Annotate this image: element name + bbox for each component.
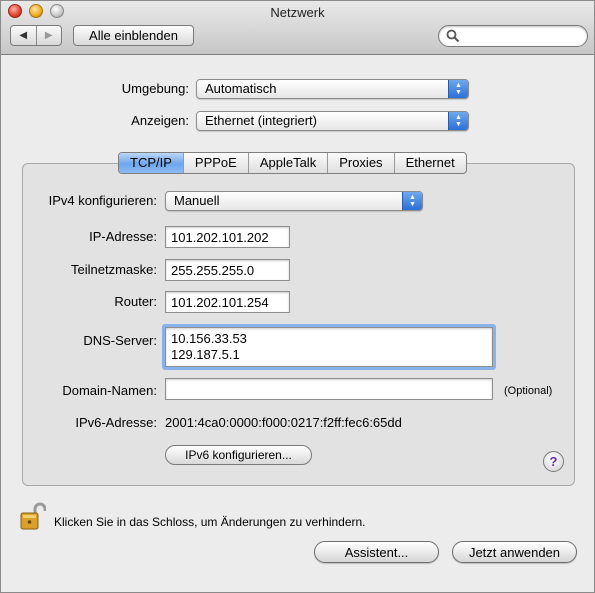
popup-arrows-icon: ▲ ▼ [448, 112, 468, 130]
tab-pppoe[interactable]: PPPoE [182, 153, 248, 173]
back-forward-control: ◀ ▶ [10, 25, 62, 46]
search-field[interactable] [438, 25, 588, 47]
ipv6-address-value: 2001:4ca0:0000:f000:0217:f2ff:fec6:65dd [165, 415, 402, 430]
popup-arrows-icon: ▲ ▼ [448, 80, 468, 98]
back-arrow-icon[interactable]: ◀ [11, 26, 36, 45]
apply-now-button[interactable]: Jetzt anwenden [452, 541, 577, 563]
subnet-mask-field[interactable]: 255.255.255.0 [165, 259, 290, 281]
router-label: Router: [114, 294, 157, 309]
dns-server-entry: 129.187.5.1 [171, 347, 240, 362]
window-title: Netzwerk [270, 5, 325, 20]
show-popup[interactable]: Ethernet (integriert) ▲ ▼ [196, 111, 469, 131]
magnifier-icon [446, 29, 460, 43]
subnet-mask-label: Teilnetzmaske: [71, 262, 157, 277]
optional-note: (Optional) [504, 385, 553, 397]
help-button[interactable]: ? [543, 451, 564, 472]
dns-server-field[interactable]: 10.156.33.53 129.187.5.1 [165, 327, 493, 367]
tab-appletalk[interactable]: AppleTalk [247, 153, 327, 173]
tab-bar: TCP/IP PPPoE AppleTalk Proxies Ethernet [118, 152, 467, 174]
ip-address-label: IP-Adresse: [89, 229, 157, 244]
router-field[interactable]: 101.202.101.254 [165, 291, 290, 313]
ipv4-config-popup[interactable]: Manuell ▲ ▼ [165, 191, 423, 211]
forward-arrow-icon[interactable]: ▶ [35, 26, 62, 45]
assistant-button[interactable]: Assistent... [314, 541, 439, 563]
tab-proxies[interactable]: Proxies [327, 153, 393, 173]
ipv4-config-label: IPv4 konfigurieren: [48, 193, 157, 208]
domain-names-label: Domain-Namen: [62, 383, 157, 398]
titlebar: Netzwerk ◀ ▶ Alle einblenden [1, 1, 594, 55]
ipv4-config-value: Manuell [174, 193, 220, 208]
domain-names-field[interactable] [165, 378, 493, 400]
lock-icon[interactable] [20, 501, 46, 531]
ip-address-field[interactable]: 101.202.101.202 [165, 226, 290, 248]
show-all-button[interactable]: Alle einblenden [73, 25, 194, 46]
tab-tcpip[interactable]: TCP/IP [119, 153, 183, 173]
dns-server-entry: 10.156.33.53 [171, 331, 247, 346]
popup-arrows-icon: ▲ ▼ [402, 192, 422, 210]
location-popup[interactable]: Automatisch ▲ ▼ [196, 79, 469, 99]
dns-server-label: DNS-Server: [83, 333, 157, 348]
show-label: Anzeigen: [131, 113, 189, 128]
tab-ethernet[interactable]: Ethernet [393, 153, 466, 173]
location-label: Umgebung: [121, 81, 189, 96]
ipv6-address-label: IPv6-Adresse: [75, 415, 157, 430]
lock-hint-text: Klicken Sie in das Schloss, um Änderunge… [54, 515, 366, 529]
show-value: Ethernet (integriert) [205, 113, 317, 128]
ipv6-configure-button[interactable]: IPv6 konfigurieren... [165, 445, 312, 465]
network-preferences-window: Netzwerk ◀ ▶ Alle einblenden Umgebung: A… [0, 0, 595, 593]
location-value: Automatisch [205, 81, 277, 96]
